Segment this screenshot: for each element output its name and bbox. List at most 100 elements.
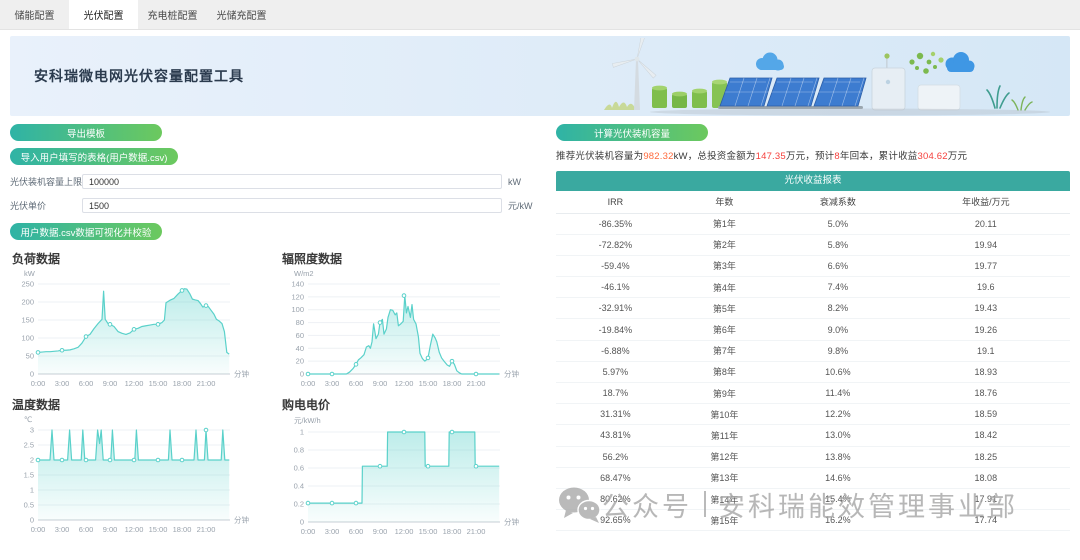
- table-cell: 43.81%: [556, 425, 675, 446]
- table-row: 5.97%第8年10.6%18.93: [556, 361, 1070, 382]
- content-columns: 导出模板 导入用户填写的表格(用户数据.csv) 光伏装机容量上限 kW 光伏单…: [10, 124, 1070, 538]
- svg-text:12:00: 12:00: [395, 527, 414, 536]
- table-row: -59.4%第3年6.6%19.77: [556, 255, 1070, 276]
- table-column-header: 衰减系数: [774, 191, 902, 213]
- calculate-capacity-button[interactable]: 计算光伏装机容量: [556, 124, 708, 141]
- visualize-validate-csv-button[interactable]: 用户数据.csv数据可视化并校验: [10, 223, 162, 240]
- table-cell: 第7年: [675, 340, 774, 361]
- capacity-limit-unit: kW: [508, 177, 540, 187]
- table-cell: 第13年: [675, 467, 774, 488]
- main-page: 安科瑞微电网光伏容量配置工具: [0, 30, 1080, 538]
- table-cell: -59.4%: [556, 255, 675, 276]
- price-chart-unit: 元/kW/h: [294, 415, 540, 426]
- table-row: -46.1%第4年7.4%19.6: [556, 277, 1070, 298]
- table-cell: 92.65%: [556, 510, 675, 531]
- svg-text:6:00: 6:00: [79, 379, 94, 388]
- table-cell: 19.94: [902, 234, 1070, 255]
- page-title: 安科瑞微电网光伏容量配置工具: [10, 66, 244, 86]
- table-cell: 16.2%: [774, 510, 902, 531]
- unit-price-input[interactable]: [82, 198, 502, 213]
- irradiance-chart-cell: 辐照度数据 W/m2 0204060801001201400:003:006:0…: [280, 248, 540, 390]
- svg-text:18:00: 18:00: [443, 379, 462, 388]
- table-row: -19.84%第6年9.0%19.26: [556, 319, 1070, 340]
- export-template-button[interactable]: 导出模板: [10, 124, 162, 141]
- table-cell: 第14年: [675, 488, 774, 509]
- svg-text:21:00: 21:00: [467, 379, 486, 388]
- table-cell: 第9年: [675, 383, 774, 404]
- tab-charging-pile-config[interactable]: 充电桩配置: [138, 0, 207, 29]
- summary-text: 万元，预计: [786, 151, 835, 162]
- svg-text:2: 2: [30, 456, 34, 465]
- svg-text:3:00: 3:00: [325, 527, 340, 536]
- summary-text: 推荐光伏装机容量为: [556, 151, 643, 162]
- capacity-limit-label: 光伏装机容量上限: [10, 175, 82, 188]
- temperature-chart[interactable]: 00.511.522.530:003:006:009:0012:0015:001…: [10, 424, 260, 536]
- charts-grid: 负荷数据 kW 0501001502002500:003:006:009:001…: [10, 248, 540, 538]
- svg-text:0: 0: [30, 370, 34, 379]
- svg-text:15:00: 15:00: [419, 527, 438, 536]
- tab-pv-config[interactable]: 光伏配置: [69, 0, 138, 29]
- svg-text:分钟: 分钟: [504, 517, 519, 527]
- table-cell: 第6年: [675, 319, 774, 340]
- svg-text:9:00: 9:00: [103, 525, 118, 534]
- svg-text:100: 100: [291, 305, 304, 314]
- summary-text: 年回本，累计收益: [840, 151, 918, 162]
- electricity-price-chart[interactable]: 00.20.40.60.810:003:006:009:0012:0015:00…: [280, 426, 530, 538]
- svg-text:60: 60: [296, 331, 304, 340]
- table-cell: 6.6%: [774, 255, 902, 276]
- table-cell: 第5年: [675, 298, 774, 319]
- irradiance-chart[interactable]: 0204060801001201400:003:006:009:0012:001…: [280, 278, 530, 390]
- table-cell: 80.62%: [556, 488, 675, 509]
- svg-text:18:00: 18:00: [173, 379, 192, 388]
- table-cell: -86.35%: [556, 213, 675, 234]
- table-cell: 18.76: [902, 383, 1070, 404]
- investment-value: 147.35: [756, 151, 786, 162]
- table-column-header: 年收益/万元: [902, 191, 1070, 213]
- svg-text:1: 1: [300, 428, 304, 437]
- svg-text:分钟: 分钟: [234, 369, 249, 379]
- table-cell: 14.6%: [774, 467, 902, 488]
- svg-text:6:00: 6:00: [79, 525, 94, 534]
- table-cell: 第3年: [675, 255, 774, 276]
- banner: 安科瑞微电网光伏容量配置工具: [10, 36, 1070, 116]
- result-summary: 推荐光伏装机容量为982.32kW，总投资金额为147.35万元，预计8年回本，…: [556, 148, 1070, 162]
- svg-text:12:00: 12:00: [125, 379, 144, 388]
- load-chart-title: 负荷数据: [12, 250, 270, 267]
- leaf-dots-icon: [909, 52, 943, 74]
- input-panel: 导出模板 导入用户填写的表格(用户数据.csv) 光伏装机容量上限 kW 光伏单…: [10, 124, 540, 538]
- table-cell: -19.84%: [556, 319, 675, 340]
- summary-text: 万元: [948, 151, 967, 162]
- unit-price-unit: 元/kW: [508, 199, 540, 212]
- temperature-chart-unit: ℃: [24, 415, 270, 424]
- table-cell: 31.31%: [556, 404, 675, 425]
- svg-text:15:00: 15:00: [419, 379, 438, 388]
- svg-text:12:00: 12:00: [125, 525, 144, 534]
- load-chart[interactable]: 0501001502002500:003:006:009:0012:0015:0…: [10, 278, 260, 390]
- svg-text:0.6: 0.6: [294, 464, 304, 473]
- table-cell: 18.08: [902, 467, 1070, 488]
- svg-text:15:00: 15:00: [149, 379, 168, 388]
- table-cell: 13.0%: [774, 425, 902, 446]
- svg-text:3:00: 3:00: [325, 379, 340, 388]
- total-profit-value: 304.62: [917, 151, 947, 162]
- irradiance-chart-unit: W/m2: [294, 269, 540, 278]
- cloud-icon: [946, 52, 975, 72]
- capacity-limit-input[interactable]: [82, 174, 502, 189]
- table-column-header: 年数: [675, 191, 774, 213]
- table-cell: 19.26: [902, 319, 1070, 340]
- table-row: -32.91%第5年8.2%19.43: [556, 298, 1070, 319]
- svg-text:1.5: 1.5: [24, 471, 34, 480]
- tab-storage-config[interactable]: 储能配置: [0, 0, 69, 29]
- import-user-table-button[interactable]: 导入用户填写的表格(用户数据.csv): [10, 148, 178, 165]
- table-cell: 9.0%: [774, 319, 902, 340]
- table-cell: 19.43: [902, 298, 1070, 319]
- tab-pv-storage-charging-config[interactable]: 光储充配置: [207, 0, 276, 29]
- svg-text:3:00: 3:00: [55, 525, 70, 534]
- table-cell: 11.4%: [774, 383, 902, 404]
- table-cell: 18.42: [902, 425, 1070, 446]
- table-cell: 56.2%: [556, 446, 675, 467]
- table-row: 31.31%第10年12.2%18.59: [556, 404, 1070, 425]
- result-panel: 计算光伏装机容量 推荐光伏装机容量为982.32kW，总投资金额为147.35万…: [556, 124, 1070, 538]
- wind-turbine-icon: [612, 38, 656, 110]
- svg-text:0: 0: [300, 370, 304, 379]
